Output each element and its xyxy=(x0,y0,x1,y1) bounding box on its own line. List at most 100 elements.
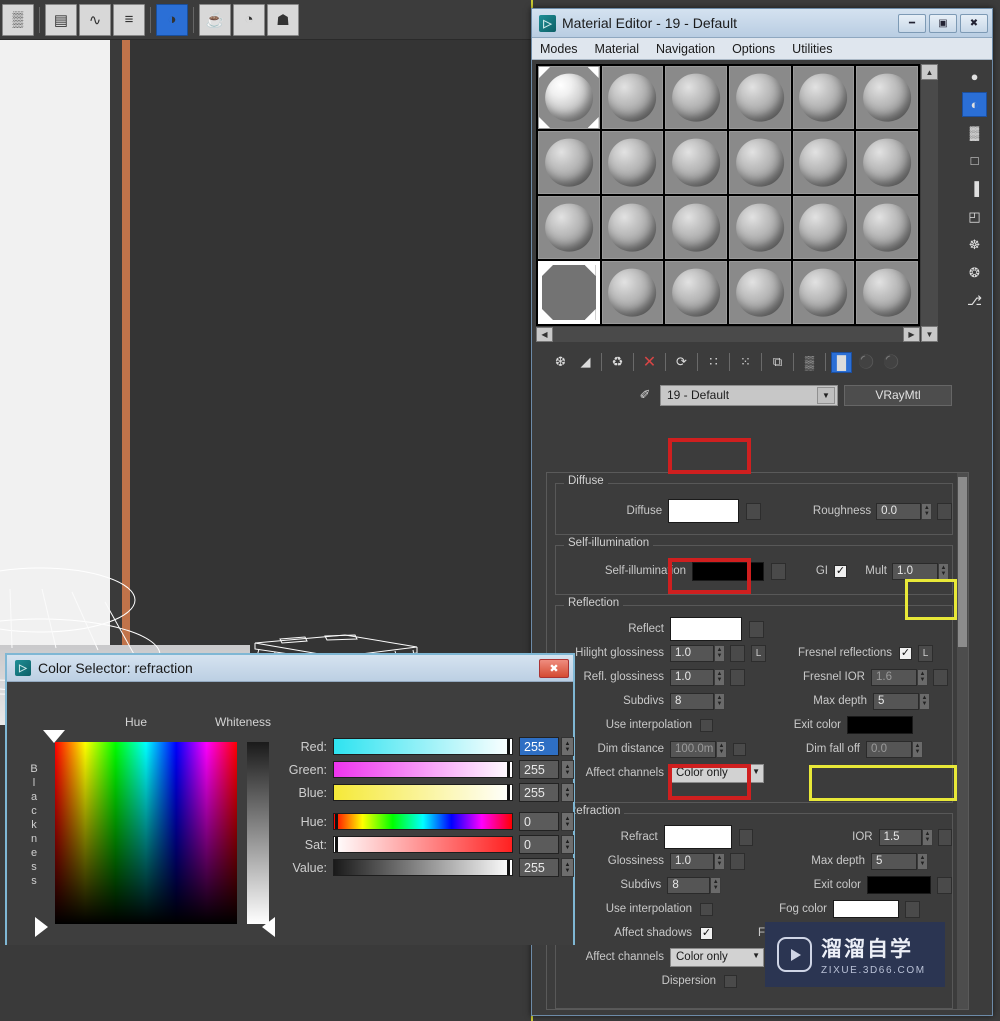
blue-input[interactable]: 255 xyxy=(519,783,559,802)
sample-slot-16[interactable] xyxy=(729,196,791,259)
hue-input[interactable]: 0 xyxy=(519,812,559,831)
go-to-parent-icon[interactable]: ⧉ xyxy=(767,352,788,373)
sample-slot-21[interactable] xyxy=(665,261,727,324)
fog-color-swatch[interactable] xyxy=(833,900,899,918)
sample-slot-14[interactable] xyxy=(601,196,664,259)
sample-slot-12[interactable] xyxy=(856,131,918,194)
delete-material-icon[interactable]: ✕ xyxy=(639,352,660,373)
maximize-button[interactable]: ▣ xyxy=(929,13,957,33)
schematic-view-icon[interactable]: ≡ xyxy=(113,3,145,36)
show-end-result-icon[interactable]: ⁙ xyxy=(735,352,756,373)
show-shaded-material-icon[interactable]: ∷ xyxy=(703,352,724,373)
dim-distance-spinner[interactable]: ▲ ▼ xyxy=(716,740,727,758)
gi-checkbox[interactable]: ✓ xyxy=(834,564,847,578)
put-to-library-icon[interactable]: ⟳ xyxy=(671,352,692,373)
reflect-color-swatch[interactable] xyxy=(670,617,742,641)
green-slider[interactable] xyxy=(333,761,513,778)
refraction-subdivs-spinner[interactable]: ▲ ▼ xyxy=(710,876,722,894)
eyedropper-icon[interactable]: ✐ xyxy=(636,386,654,404)
red-spinner[interactable]: ▲ ▼ xyxy=(561,737,574,756)
color-selector-titlebar[interactable]: ▷ Color Selector: refraction ✖ xyxy=(7,655,573,682)
dispersion-checkbox[interactable] xyxy=(724,974,737,988)
refract-map-button[interactable] xyxy=(738,828,753,846)
affect-shadows-checkbox[interactable]: ✓ xyxy=(700,926,713,940)
render-production-icon[interactable]: ☕ xyxy=(199,3,231,36)
scroll-down-icon[interactable]: ▼ xyxy=(921,326,938,342)
roughness-input[interactable]: 0.0 xyxy=(876,502,922,520)
material-editor-icon[interactable]: ◑ xyxy=(156,3,188,36)
red-input[interactable]: 255 xyxy=(519,737,559,756)
backlight-icon[interactable]: ◐ xyxy=(962,92,987,117)
reflection-subdivs-input[interactable]: 8 xyxy=(670,692,714,710)
refraction-glossiness-spinner[interactable]: ▲ ▼ xyxy=(714,852,725,870)
sample-slot-9[interactable] xyxy=(665,131,727,194)
menu-item-navigation[interactable]: Navigation xyxy=(656,42,715,56)
sample-slot-2[interactable] xyxy=(601,66,664,129)
refraction-max-depth-input[interactable]: 5 xyxy=(871,852,917,870)
sample-slot-24[interactable] xyxy=(856,261,918,324)
sample-slot-17[interactable] xyxy=(792,196,855,259)
minimize-button[interactable]: ━ xyxy=(898,13,926,33)
refl-glossiness-map-button[interactable] xyxy=(730,668,745,686)
green-input[interactable]: 255 xyxy=(519,760,559,779)
roughness-spinner[interactable]: ▲ ▼ xyxy=(921,502,933,520)
activeshade-icon[interactable]: ☗ xyxy=(267,3,299,36)
sample-slot-1[interactable] xyxy=(538,66,600,129)
fresnel-ior-spinner[interactable]: ▲ ▼ xyxy=(917,668,928,686)
sample-type-icon[interactable]: ● xyxy=(962,64,987,89)
fresnel-lock-button[interactable]: L xyxy=(918,644,933,662)
refraction-glossiness-map-button[interactable] xyxy=(730,852,745,870)
refraction-exit-color-swatch[interactable] xyxy=(866,876,932,894)
sample-slot-8[interactable] xyxy=(601,131,664,194)
refraction-max-depth-spinner[interactable]: ▲ ▼ xyxy=(917,852,928,870)
render-frame-window-icon[interactable]: ▤ xyxy=(45,3,77,36)
hue-spinner[interactable]: ▲ ▼ xyxy=(561,812,574,831)
sample-slot-7[interactable] xyxy=(538,131,600,194)
reflection-exit-color-swatch[interactable] xyxy=(847,716,913,734)
refraction-subdivs-input[interactable]: 8 xyxy=(667,876,711,894)
dim-distance-checkbox[interactable] xyxy=(733,742,746,756)
blackness-marker-icon[interactable] xyxy=(35,917,48,937)
mult-spinner[interactable]: ▲ ▼ xyxy=(938,562,949,580)
chevron-down-icon[interactable]: ▼ xyxy=(752,951,760,960)
background-checker-icon[interactable]: ▓ xyxy=(962,120,987,145)
menu-item-material[interactable]: Material xyxy=(595,42,639,56)
hue-slider[interactable] xyxy=(333,813,513,830)
material-name-input[interactable]: 19 - Default ▼ xyxy=(660,384,838,406)
fresnel-ior-input[interactable]: 1.6 xyxy=(871,668,917,686)
red-slider[interactable] xyxy=(333,738,513,755)
sample-slot-15[interactable] xyxy=(665,196,727,259)
reflect-map-button[interactable] xyxy=(749,620,764,638)
sample-slot-20[interactable] xyxy=(601,261,664,324)
material-type-button[interactable]: VRayMtl xyxy=(844,384,952,406)
blue-slider[interactable] xyxy=(333,784,513,801)
dim-falloff-input[interactable]: 0.0 xyxy=(866,740,912,758)
sample-slot-5[interactable] xyxy=(792,66,855,129)
sample-slot-4[interactable] xyxy=(729,66,791,129)
fog-color-map-button[interactable] xyxy=(905,900,920,918)
sample-slot-3[interactable] xyxy=(665,66,727,129)
sample-slot-23[interactable] xyxy=(792,261,855,324)
sample-uv-tiling-icon[interactable]: □ xyxy=(962,148,987,173)
refl-glossiness-spinner[interactable]: ▲ ▼ xyxy=(714,668,725,686)
scrollbar-thumb[interactable] xyxy=(958,477,967,647)
render-iterative-icon[interactable]: ◔ xyxy=(233,3,265,36)
whiteness-slider[interactable] xyxy=(247,742,269,924)
curve-editor-icon[interactable]: ∿ xyxy=(79,3,111,36)
ior-map-button[interactable] xyxy=(937,828,952,846)
chevron-down-icon[interactable]: ▼ xyxy=(752,767,760,776)
sample-slot-grid[interactable] xyxy=(536,64,920,326)
assign-material-icon[interactable]: ◢ xyxy=(575,352,596,373)
hilight-glossiness-input[interactable]: 1.0 xyxy=(670,644,714,662)
sample-slot-6[interactable] xyxy=(856,66,918,129)
whiteness-marker-icon[interactable] xyxy=(262,917,275,937)
diffuse-map-button[interactable] xyxy=(745,502,761,520)
material-sphere-b-icon[interactable]: ⚫ xyxy=(881,352,902,373)
reflection-use-interpolation-checkbox[interactable] xyxy=(700,718,713,732)
value-input[interactable]: 255 xyxy=(519,858,559,877)
selfillum-map-button[interactable] xyxy=(771,562,786,580)
selfillum-color-swatch[interactable] xyxy=(692,561,764,581)
material-sphere-a-icon[interactable]: ⚫ xyxy=(856,352,877,373)
reflection-max-depth-spinner[interactable]: ▲ ▼ xyxy=(919,692,930,710)
dim-distance-input[interactable]: 100.0m xyxy=(670,740,716,758)
